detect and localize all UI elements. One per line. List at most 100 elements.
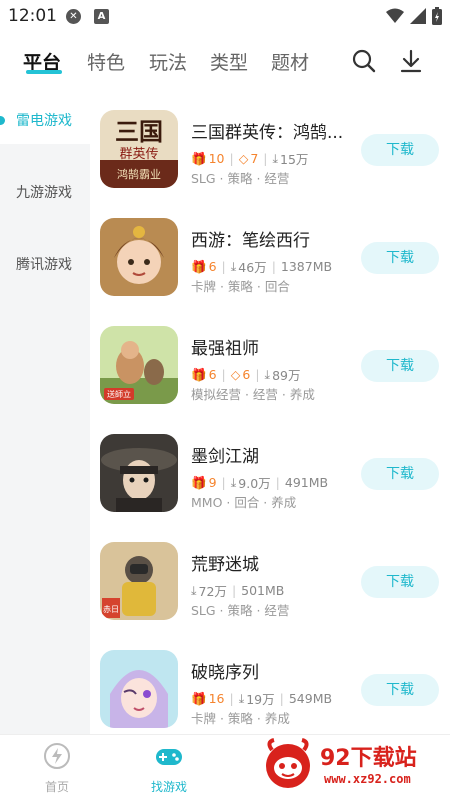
- diamond-icon: ◇: [238, 151, 249, 166]
- list-item[interactable]: 送師立 最强祖师 🎁 6 | ◇ 6 | ⤓ 89万 模拟经营 · 经营 · 养成 下…: [90, 312, 450, 420]
- nav-label: 找游戏: [150, 780, 187, 794]
- download-count: 19万: [246, 692, 275, 707]
- tab-theme[interactable]: 题材: [271, 48, 309, 75]
- coupon-count: 6: [242, 367, 251, 382]
- download-button[interactable]: 下载: [361, 458, 439, 490]
- battery-icon: [432, 7, 442, 25]
- game-list[interactable]: 三国 群英传 鸿鹄霸业 三国群英传：鸿鹄... 🎁 10 | ◇ 7 | ⤓ 15万 …: [90, 96, 450, 734]
- svg-text:三国: 三国: [115, 117, 163, 146]
- list-item[interactable]: 赤日 荒野迷城 ⤓ 72万 | 501MB SLG · 策略 · 经营 下载: [90, 528, 450, 636]
- coupon-count: 7: [250, 151, 259, 166]
- nav-home[interactable]: 首页: [22, 741, 92, 795]
- download-count: 72万: [198, 584, 227, 599]
- wifi-icon: [386, 8, 404, 23]
- download-button[interactable]: 下载: [361, 134, 439, 166]
- game-icon[interactable]: 送師立: [100, 326, 178, 404]
- sidebar-item-label: 九游游戏: [16, 185, 72, 201]
- status-time: 12:01: [8, 6, 57, 26]
- active-dot-icon: [0, 115, 5, 125]
- file-size: 501MB: [241, 583, 285, 598]
- game-tags: SLG · 策略 · 经营: [191, 603, 290, 618]
- gift-icon: 🎁: [191, 474, 207, 490]
- sidebar-item-leidian[interactable]: 雷电游戏: [0, 96, 90, 144]
- svg-text:群英传: 群英传: [119, 147, 158, 162]
- svg-text:鸿鹄霸业: 鸿鹄霸业: [117, 167, 161, 181]
- download-count: 9.0万: [238, 476, 271, 491]
- download-count-icon: ⤓: [272, 150, 279, 166]
- status-bar: 12:01 ✕ A: [0, 0, 450, 34]
- sidebar-item-label: 腾讯游戏: [16, 257, 72, 273]
- svg-text:送師立: 送師立: [107, 389, 131, 399]
- download-count: 46万: [238, 260, 267, 275]
- game-stats: 🎁 9 | ⤓ 9.0万 | 491MB: [191, 474, 329, 492]
- game-title: 西游：笔绘西行: [191, 231, 310, 251]
- gamepad-icon: [156, 749, 182, 765]
- list-item[interactable]: 西游：笔绘西行 🎁 6 | ⤓ 46万 | 1387MB 卡牌 · 策略 · 回合 …: [90, 204, 450, 312]
- game-icon[interactable]: 三国 群英传 鸿鹄霸业: [100, 110, 178, 188]
- game-icon[interactable]: 赤日: [100, 542, 178, 620]
- download-count-icon: ⤓: [191, 582, 197, 598]
- notification-a-icon: A: [94, 9, 109, 24]
- download-count: 15万: [280, 152, 309, 167]
- watermark-url: www.xz92.com: [324, 772, 411, 786]
- site-watermark: 92下载站 www.xz92.com: [262, 736, 448, 796]
- gift-icon: 🎁: [191, 366, 207, 382]
- platform-sidebar: 雷电游戏 九游游戏 腾讯游戏: [0, 96, 90, 734]
- tab-type[interactable]: 类型: [210, 48, 248, 75]
- top-tab-bar: 平台 特色 玩法 类型 题材: [0, 40, 450, 88]
- list-item[interactable]: 墨剑江湖 🎁 9 | ⤓ 9.0万 | 491MB MMO · 回合 · 养成 下载: [90, 420, 450, 528]
- download-button[interactable]: 下载: [361, 674, 439, 706]
- game-title: 破晓序列: [191, 663, 259, 683]
- download-count-icon: ⤓: [230, 474, 237, 490]
- list-item[interactable]: 三国 群英传 鸿鹄霸业 三国群英传：鸿鹄... 🎁 10 | ◇ 7 | ⤓ 15万 …: [90, 96, 450, 204]
- game-tags: MMO · 回合 · 养成: [191, 495, 297, 510]
- game-icon[interactable]: [100, 650, 178, 728]
- file-size: 1387MB: [280, 259, 333, 274]
- list-item[interactable]: 破晓序列 🎁 16 | ⤓ 19万 | 549MB 卡牌 · 策略 · 养成 下载: [90, 636, 450, 734]
- game-title: 最强祖师: [191, 339, 259, 359]
- game-tags: 卡牌 · 策略 · 回合: [191, 279, 290, 294]
- download-count: 89万: [272, 368, 301, 383]
- game-stats: 🎁 6 | ⤓ 46万 | 1387MB: [191, 258, 333, 276]
- game-stats: ⤓ 72万 | 501MB: [191, 582, 285, 600]
- gift-count: 16: [208, 691, 225, 706]
- nav-find-games[interactable]: 找游戏: [134, 741, 204, 795]
- file-size: 491MB: [284, 475, 329, 490]
- game-tags: 模拟经营 · 经营 · 养成: [191, 387, 315, 402]
- download-button[interactable]: 下载: [361, 350, 439, 382]
- status-icons: [386, 7, 442, 25]
- game-stats: 🎁 10 | ◇ 7 | ⤓ 15万: [191, 150, 309, 168]
- notification-x-icon: ✕: [66, 9, 81, 24]
- download-count-icon: ⤓: [238, 690, 245, 706]
- download-manager-icon[interactable]: [398, 48, 424, 74]
- file-size: 549MB: [288, 691, 333, 706]
- sidebar-item-jiuyou[interactable]: 九游游戏: [0, 168, 90, 216]
- diamond-icon: ◇: [230, 367, 241, 382]
- game-icon[interactable]: [100, 434, 178, 512]
- sidebar-item-tencent[interactable]: 腾讯游戏: [0, 240, 90, 288]
- game-title: 墨剑江湖: [191, 447, 259, 467]
- gift-count: 6: [208, 259, 217, 274]
- game-stats: 🎁 16 | ⤓ 19万 | 549MB: [191, 690, 333, 708]
- game-title: 三国群英传：鸿鹄...: [191, 123, 344, 143]
- game-icon[interactable]: [100, 218, 178, 296]
- tab-feature[interactable]: 特色: [87, 48, 125, 75]
- download-button[interactable]: 下载: [361, 566, 439, 598]
- svg-text:赤日: 赤日: [103, 605, 119, 614]
- nav-label: 首页: [44, 780, 69, 794]
- search-icon[interactable]: [351, 48, 377, 74]
- gift-icon: 🎁: [191, 150, 207, 166]
- active-tab-indicator: [26, 70, 62, 74]
- download-count-icon: ⤓: [264, 366, 271, 382]
- tab-gameplay[interactable]: 玩法: [149, 48, 187, 75]
- game-title: 荒野迷城: [191, 555, 259, 575]
- download-button[interactable]: 下载: [361, 242, 439, 274]
- home-lightning-icon: [44, 743, 70, 769]
- watermark-brand: 92下载站: [320, 746, 417, 771]
- gift-icon: 🎁: [191, 690, 207, 706]
- game-tags: SLG · 策略 · 经营: [191, 171, 290, 186]
- gift-icon: 🎁: [191, 258, 207, 274]
- gift-count: 10: [208, 151, 225, 166]
- download-count-icon: ⤓: [230, 258, 237, 274]
- game-stats: 🎁 6 | ◇ 6 | ⤓ 89万: [191, 366, 301, 384]
